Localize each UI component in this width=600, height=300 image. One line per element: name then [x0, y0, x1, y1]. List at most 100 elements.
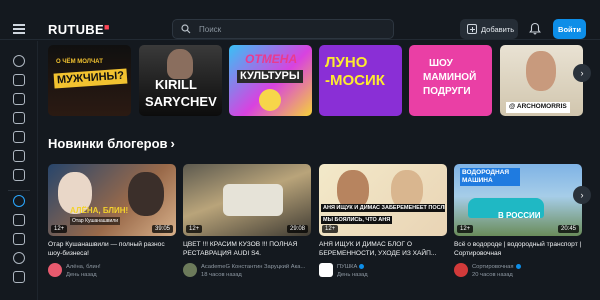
- shelf-card-4[interactable]: ЛУНО -МОСИК: [319, 45, 402, 116]
- shelf-card-1-line1: О ЧЁМ МОЛЧАТ: [56, 59, 103, 65]
- car-body: [223, 184, 283, 216]
- video-card[interactable]: АНЯ ИЩУК И ДИМАС ЗАБЕРЕМЕНЕЕТ ПОСЛЕ ВЫКИ…: [319, 164, 447, 279]
- rutube-logo[interactable]: RUTUBE■: [48, 22, 110, 37]
- shelf-card-3-line2: КУЛЬТУРЫ: [237, 70, 303, 83]
- section-title-text: Новинки блогеров: [48, 136, 168, 151]
- age-badge: 12+: [51, 225, 68, 233]
- shelf-card-2-line2: SARYCHEV: [145, 94, 217, 109]
- shelf-card-6[interactable]: @ ARCHOMORRIS: [500, 45, 583, 116]
- channel-name[interactable]: ПУШКА: [337, 264, 357, 270]
- live-icon[interactable]: [13, 112, 25, 124]
- shelf-card-2-line1: KIRILL: [155, 77, 197, 92]
- video-overlay-title: ВОДОРОДНАЯ МАШИНА: [460, 168, 520, 186]
- video-time: День назад: [337, 272, 368, 279]
- kids-icon[interactable]: [13, 150, 25, 162]
- sticker-circle: [259, 89, 281, 111]
- shelf-card-5-line3: ПОДРУГИ: [423, 86, 471, 97]
- age-badge: 12+: [322, 225, 339, 233]
- shelf-card-4-line1: ЛУНО: [325, 54, 368, 71]
- age-badge: 12+: [186, 225, 203, 233]
- sidebar: [0, 41, 38, 300]
- avatar[interactable]: [183, 263, 197, 277]
- verified-icon: [359, 263, 365, 269]
- video-overlay-title: АНЯ ИЩУК И ДИМАС ЗАБЕРЕМЕНЕЕТ ПОСЛЕ ВЫКИ…: [321, 204, 445, 212]
- shelf-card-3-line1: ОТМЕНА: [245, 52, 298, 66]
- plus-icon: [467, 24, 477, 34]
- search-input[interactable]: [199, 22, 389, 37]
- verified-icon: [515, 263, 521, 269]
- video-thumbnail[interactable]: ВОДОРОДНАЯ МАШИНА В РОССИИ 12+ 20:45: [454, 164, 582, 236]
- video-time: День назад: [66, 272, 97, 279]
- tv-icon[interactable]: [13, 74, 25, 86]
- bell-icon[interactable]: [529, 22, 541, 35]
- avatar[interactable]: [454, 263, 468, 277]
- video-meta: ПУШКА День назад: [319, 263, 447, 279]
- video-time: 20 часов назад: [472, 272, 513, 279]
- history-icon[interactable]: [13, 233, 25, 245]
- profile-icon[interactable]: [13, 252, 25, 264]
- video-overlay-sub: Отар Кушанашвили: [70, 217, 120, 225]
- video-card[interactable]: 12+ 29:08 ЦВЕТ !!! КРАСИМ КУЗОВ !!! ПОЛН…: [183, 164, 311, 279]
- sidebar-divider: [8, 190, 30, 191]
- section-title[interactable]: Новинки блогеров ›: [48, 136, 175, 151]
- add-video-button[interactable]: Добавить: [460, 19, 518, 39]
- video-meta-text: ПУШКА День назад: [337, 263, 368, 279]
- video-title[interactable]: АНЯ ИЩУК И ДИМАС БЛОГ О БЕРЕМЕННОСТИ, УХ…: [319, 241, 447, 259]
- bloggers-icon[interactable]: [13, 195, 25, 207]
- channel-name[interactable]: Алёна, блин!: [66, 264, 101, 270]
- video-time: 18 часов назад: [201, 272, 242, 279]
- duration-badge: 29:08: [286, 225, 308, 233]
- video-title[interactable]: ЦВЕТ !!! КРАСИМ КУЗОВ !!! ПОЛНАЯ РЕСТАВР…: [183, 241, 311, 259]
- video-card[interactable]: ВОДОРОДНАЯ МАШИНА В РОССИИ 12+ 20:45 Всё…: [454, 164, 582, 279]
- channel-name[interactable]: AcademeG Константин Заруцкий Ака...: [201, 264, 305, 270]
- shelf-card-5[interactable]: ШОУ МАМИНОЙ ПОДРУГИ: [409, 45, 492, 116]
- person-figure: [526, 51, 556, 91]
- video-meta-text: Сортировочная 20 часов назад: [472, 263, 521, 279]
- subscriptions-icon[interactable]: [13, 214, 25, 226]
- shelf-card-5-line1: ШОУ: [429, 58, 453, 69]
- home-icon[interactable]: [13, 55, 25, 67]
- video-thumbnail[interactable]: АЛЁНА, БЛИН! Отар Кушанашвили 12+ 39:05: [48, 164, 176, 236]
- shelf-card-1-line2: МУЖЧИНЫ?: [53, 68, 128, 89]
- person-figure: [128, 172, 164, 216]
- video-thumbnail[interactable]: АНЯ ИЩУК И ДИМАС ЗАБЕРЕМЕНЕЕТ ПОСЛЕ ВЫКИ…: [319, 164, 447, 236]
- menu-icon[interactable]: [13, 24, 25, 34]
- video-overlay-sub: В РОССИИ: [498, 211, 541, 220]
- shelf-card-3[interactable]: ОТМЕНА КУЛЬТУРЫ: [229, 45, 312, 116]
- search-icon: [181, 24, 191, 34]
- video-overlay-title: АЛЁНА, БЛИН!: [70, 206, 129, 215]
- person-figure: [167, 49, 193, 79]
- films-icon[interactable]: [13, 131, 25, 143]
- video-overlay-sub: МЫ БОЯЛИСЬ, ЧТО АНЯ: [321, 216, 393, 224]
- channel-name[interactable]: Сортировочная: [472, 264, 514, 270]
- video-meta: Сортировочная 20 часов назад: [454, 263, 582, 279]
- chevron-right-icon: ›: [170, 136, 175, 151]
- shelf-card-6-handle: @ ARCHOMORRIS: [506, 102, 570, 113]
- shelf-card-5-line2: МАМИНОЙ: [423, 72, 477, 83]
- avatar[interactable]: [48, 263, 62, 277]
- video-meta: AcademeG Константин Заруцкий Ака... 18 ч…: [183, 263, 311, 279]
- video-thumbnail[interactable]: 12+ 29:08: [183, 164, 311, 236]
- search-box[interactable]: [172, 19, 394, 39]
- shelf-card-4-line2: -МОСИК: [325, 72, 385, 89]
- video-meta-text: AcademeG Константин Заруцкий Ака... 18 ч…: [201, 263, 305, 279]
- video-title[interactable]: Отар Кушанашвили — полный разнос шоу-биз…: [48, 241, 176, 259]
- sport-icon[interactable]: [13, 169, 25, 181]
- settings-icon[interactable]: [13, 271, 25, 283]
- shelf-next-arrow[interactable]: ›: [573, 64, 591, 82]
- video-title[interactable]: Всё о водороде | водородный транспорт | …: [454, 241, 582, 259]
- shelf-card-2[interactable]: KIRILL SARYCHEV: [139, 45, 222, 116]
- duration-badge: 20:45: [557, 225, 579, 233]
- add-video-label: Добавить: [481, 24, 515, 34]
- age-badge: 12+: [457, 225, 474, 233]
- catalog-icon[interactable]: [13, 93, 25, 105]
- top-header: RUTUBE■ Добавить Войти: [0, 0, 600, 40]
- video-meta: Алёна, блин! День назад: [48, 263, 176, 279]
- video-card[interactable]: АЛЁНА, БЛИН! Отар Кушанашвили 12+ 39:05 …: [48, 164, 176, 279]
- login-button[interactable]: Войти: [553, 19, 586, 39]
- shelf-card-1[interactable]: О ЧЁМ МОЛЧАТ МУЖЧИНЫ?: [48, 45, 131, 116]
- videos-next-arrow[interactable]: ›: [573, 186, 591, 204]
- duration-badge: 39:05: [151, 225, 173, 233]
- video-meta-text: Алёна, блин! День назад: [66, 263, 101, 279]
- avatar[interactable]: [319, 263, 333, 277]
